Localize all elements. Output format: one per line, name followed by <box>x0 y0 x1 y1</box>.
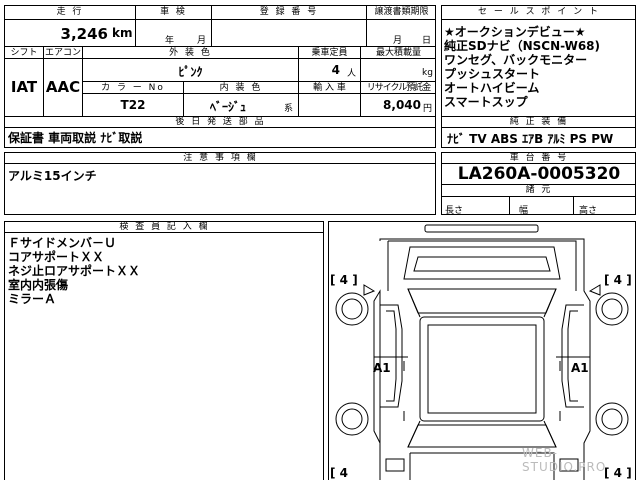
recycle-unit: 円 <box>423 104 433 114</box>
inspector-line: ネジ止ロアサポートＸＸ <box>8 264 141 278</box>
damage-mark-right: A1 <box>571 361 589 375</box>
registration-header: 登 録 番 号 <box>259 7 319 17</box>
aircon-header: エアコン <box>44 48 81 58</box>
row-divider <box>441 19 636 20</box>
tire-rear-left-mark: [ 4 <box>330 466 349 480</box>
documents-header: 後 日 発 送 部 品 <box>175 117 266 127</box>
sales-point-line: 純正SDナビ（NSCN-W68) <box>444 39 601 53</box>
notes-text: アルミ15インチ <box>8 169 97 183</box>
equipment-header: 純 正 装 備 <box>509 117 569 127</box>
sales-points-list: ★オークションデビュー★ 純正SDナビ（NSCN-W68) ワンセグ、バックモニ… <box>444 25 634 109</box>
inspector-line: コアサポートＸＸ <box>8 250 105 264</box>
transfer-month: 月 <box>393 36 403 46</box>
col-divider <box>573 196 574 215</box>
inspector-notes: Ｆサイドメンバ－Ｕ コアサポートＸＸ ネジ止ロアサポートＸＸ 室内内張傷 ミラー… <box>8 236 320 306</box>
sales-point-line: ★オークションデビュー★ <box>444 25 586 39</box>
col-divider <box>509 196 510 215</box>
shaken-year: 年 <box>165 36 175 46</box>
height-label: 高さ <box>579 206 598 216</box>
loadcap-unit: kg <box>422 68 433 78</box>
mileage-header: 走 行 <box>56 7 84 17</box>
shift-value: IAT <box>10 78 38 96</box>
damage-mark-left: A1 <box>373 361 391 375</box>
mileage-unit: km <box>112 26 133 40</box>
equipment-items: ﾅﾋﾞ TV ABS ｴｱB ｱﾙﾐ PS PW <box>447 132 614 146</box>
inspector-header: 検 査 員 記 入 欄 <box>119 222 210 232</box>
row-divider <box>4 19 436 20</box>
dims-header: 諸 元 <box>525 185 553 195</box>
transfer-deadline-header: 譲渡書類期限 <box>374 7 429 17</box>
recycle-header: リサイクル預託金 <box>366 83 432 93</box>
transfer-day: 日 <box>422 36 432 46</box>
recycle-value: 8,040 <box>383 98 421 112</box>
capacity-header: 乗車定員 <box>311 48 348 58</box>
exterior-color-value: ﾋﾟﾝｸ <box>178 65 203 79</box>
sales-point-line: スマートスップ <box>444 95 528 109</box>
inspector-line: Ｆサイドメンバ－Ｕ <box>8 236 117 250</box>
aircon-value: AAC <box>45 78 81 96</box>
notes-header: 注 意 事 項 欄 <box>183 153 258 163</box>
mileage-value: 3,246 <box>60 25 108 43</box>
sales-point-line: ワンセグ、バックモニター <box>444 53 588 67</box>
tire-front-left-mark: [ 4 ] <box>330 273 358 287</box>
tire-front-right-mark: [ 4 ] <box>604 273 632 287</box>
color-no-header: カ ラ ー No <box>101 83 165 93</box>
documents-text: 保証書 車両取説 ﾅﾋﾞ取説 <box>8 131 143 145</box>
color-no-value: T22 <box>120 98 146 112</box>
inspector-line: 室内内張傷 <box>8 278 69 292</box>
sales-points-header: セ ー ル ス ポ イ ン ト <box>477 7 601 17</box>
chassis-number: LA260A-0005320 <box>457 164 621 184</box>
watermark: WEB-STUDIO.PRO <box>522 446 607 474</box>
sales-point-line: プッシュスタート <box>444 67 541 81</box>
loadcap-header: 最大積載量 <box>375 48 421 58</box>
inspector-line: ミラーＡ <box>8 292 57 306</box>
chassis-header: 車 台 番 号 <box>509 153 569 163</box>
shaken-header: 車 検 <box>160 7 187 17</box>
width-label: 幅 <box>519 206 529 216</box>
row-divider <box>441 196 636 197</box>
car-outline-diagram <box>335 224 629 480</box>
shaken-month: 月 <box>197 36 207 46</box>
length-label: 長さ <box>445 206 464 216</box>
capacity-unit: 人 <box>347 69 357 79</box>
sales-point-line: オートハイビーム <box>444 81 540 95</box>
interior-color-suffix: 系 <box>284 104 294 114</box>
interior-color-header: 内 装 色 <box>219 83 263 93</box>
import-header: 輸 入 車 <box>313 83 346 93</box>
capacity-value: 4 <box>331 63 340 77</box>
interior-color-value: ﾍﾞｰｼﾞｭ <box>210 100 247 114</box>
exterior-color-header: 外 装 色 <box>169 48 212 58</box>
